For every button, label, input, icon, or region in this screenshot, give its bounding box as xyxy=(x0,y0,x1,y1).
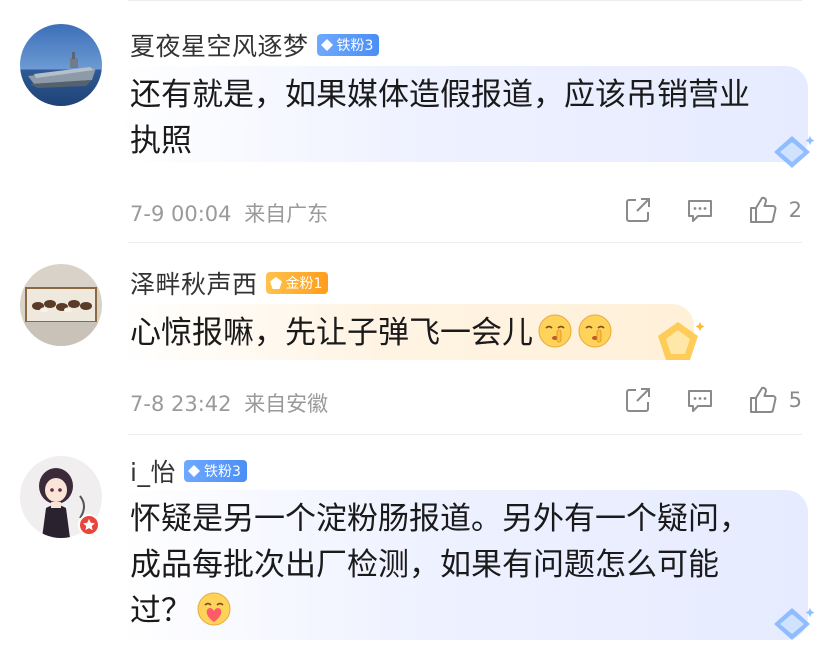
diamond-icon xyxy=(187,465,200,477)
verified-badge-icon xyxy=(78,514,100,536)
like-button[interactable]: 5 xyxy=(747,384,802,416)
name-row: 泽畔秋声西 金粉1 xyxy=(130,265,329,301)
comment-meta: 7-8 23:42 来自安徽 xyxy=(130,388,328,418)
thumbs-up-icon xyxy=(749,386,777,413)
username[interactable]: 夏夜星空风逐梦 xyxy=(130,27,309,63)
thumbs-up-icon xyxy=(749,196,777,223)
comment-icon xyxy=(687,390,712,412)
comment-meta: 7-9 00:04 来自广东 xyxy=(130,198,328,228)
comment-actions: 5 xyxy=(591,384,802,416)
blue-diamond-decoration-icon xyxy=(774,136,815,168)
comment-text-line: 怀疑是另一个淀粉肠报道。另外有一个疑问， xyxy=(130,501,750,537)
share-icon xyxy=(625,388,650,412)
reply-button[interactable] xyxy=(685,195,715,225)
comment-text-line: 执照 xyxy=(130,123,192,159)
comment-actions: 2 xyxy=(591,194,802,226)
comment-divider xyxy=(128,242,802,243)
blue-diamond-decoration-icon xyxy=(774,608,815,640)
top-divider xyxy=(128,0,802,1)
pentagon-gem-icon xyxy=(269,277,282,289)
reply-button[interactable] xyxy=(685,385,715,415)
comment-bubble[interactable]: 还有就是，如果媒体造假报道，应该吊销营业 执照 xyxy=(118,66,808,162)
comment-text-line: 成品每批次出厂检测，如果有问题怎么可能 xyxy=(130,547,719,583)
fan-badge[interactable]: 金粉1 xyxy=(265,272,329,294)
comment-divider xyxy=(128,434,802,435)
comment-text-line-with-emoji: 过？ xyxy=(130,588,794,634)
name-row: i_怡 铁粉3 xyxy=(130,454,247,488)
diamond-icon xyxy=(320,39,333,51)
like-count: 5 xyxy=(788,388,802,412)
comment-icon xyxy=(687,200,712,222)
aircraft-carrier-icon xyxy=(20,24,102,106)
badge-label: 铁粉3 xyxy=(336,38,374,54)
comment-bubble[interactable]: 怀疑是另一个淀粉肠报道。另外有一个疑问， 成品每批次出厂检测，如果有问题怎么可能… xyxy=(118,490,808,640)
badge-label: 金粉1 xyxy=(285,276,323,292)
share-button[interactable] xyxy=(623,385,653,415)
comment-text-line: 心惊报嘛，先让子弹飞一会儿 xyxy=(130,315,533,351)
timestamp: 7-9 00:04 xyxy=(130,202,232,226)
name-row: 夏夜星空风逐梦 铁粉3 xyxy=(130,27,380,63)
comment-text-line: 还有就是，如果媒体造假报道，应该吊销营业 xyxy=(130,77,750,113)
location: 来自广东 xyxy=(244,202,329,226)
badge-label: 铁粉3 xyxy=(203,464,241,480)
share-icon xyxy=(625,198,650,222)
heart-face-emoji-icon xyxy=(197,592,231,626)
shush-emoji-icon xyxy=(578,314,612,348)
fan-badge[interactable]: 铁粉3 xyxy=(316,34,380,56)
comment-text-line: 过？ xyxy=(130,593,192,629)
avatar[interactable] xyxy=(20,264,102,346)
share-button[interactable] xyxy=(623,195,653,225)
timestamp: 7-8 23:42 xyxy=(130,392,232,416)
comment-bubble[interactable]: 心惊报嘛，先让子弹飞一会儿 xyxy=(118,304,694,360)
username[interactable]: i_怡 xyxy=(130,453,176,489)
like-button[interactable]: 2 xyxy=(747,194,802,226)
username[interactable]: 泽畔秋声西 xyxy=(130,265,258,301)
shush-emoji-icon xyxy=(538,314,572,348)
avatar[interactable] xyxy=(20,24,102,106)
fan-badge[interactable]: 铁粉3 xyxy=(183,460,247,482)
like-count: 2 xyxy=(788,198,802,222)
horses-painting-icon xyxy=(20,264,102,346)
gold-pentagon-decoration-icon xyxy=(658,322,705,360)
location: 来自安徽 xyxy=(244,392,329,416)
